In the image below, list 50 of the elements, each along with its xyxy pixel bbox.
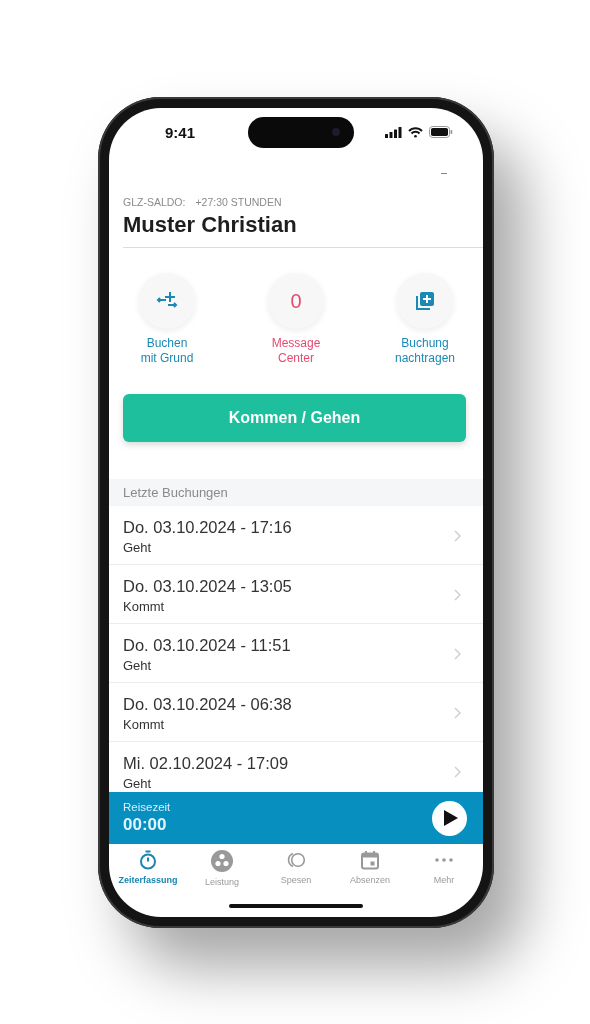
tab[interactable]: Leistung — [187, 844, 257, 895]
booking-datetime: Do. 03.10.2024 - 17:16 — [123, 518, 292, 537]
section-title: Letzte Buchungen — [123, 485, 228, 500]
wifi-icon — [408, 126, 423, 138]
balance-label: GLZ-SALDO: — [123, 196, 186, 208]
chevron-icon — [454, 648, 461, 660]
booking-type: Kommt — [123, 717, 166, 732]
tab[interactable]: Zeiterfassung — [113, 844, 183, 895]
status-time: 9:41 — [165, 123, 196, 141]
stopwatch-icon — [138, 850, 158, 870]
booking-row[interactable]: Do. 03.10.2024 - 13:05 Kommt — [109, 565, 483, 624]
booking-datetime: Mi. 02.10.2024 - 17:09 — [123, 754, 289, 773]
action-button[interactable] — [397, 273, 453, 329]
dots-circle-icon — [211, 850, 233, 872]
battery-icon — [429, 126, 453, 138]
chevron-icon — [454, 530, 461, 542]
booking-type: Geht — [123, 540, 153, 555]
booking-datetime: Do. 03.10.2024 - 13:05 — [123, 577, 292, 596]
action-button[interactable] — [139, 273, 195, 329]
message-count-button[interactable]: 0 — [268, 273, 324, 329]
clock-in-out-button[interactable]: Kommen / Gehen — [123, 394, 466, 442]
play-button[interactable] — [432, 800, 467, 836]
rings-icon — [285, 850, 307, 870]
chevron-icon — [454, 589, 461, 601]
tab[interactable]: Absenzen — [335, 844, 405, 895]
employee-name: Muster Christian — [123, 212, 483, 248]
add-copy-icon — [414, 290, 436, 312]
travel-label: Reisezeit — [123, 801, 171, 813]
play-icon — [444, 810, 458, 826]
booking-datetime: Do. 03.10.2024 - 06:38 — [123, 695, 292, 714]
action-label[interactable]: Buchen mit Grund — [140, 336, 194, 366]
balance-value: +27:30 STUNDEN — [195, 196, 282, 208]
chevron-icon — [454, 766, 461, 778]
tab[interactable]: Mehr — [409, 844, 479, 895]
signal-icon — [385, 126, 402, 138]
tab[interactable]: Spesen — [261, 844, 331, 895]
action-label[interactable]: Message Center — [271, 336, 321, 366]
booking-type: Geht — [123, 776, 153, 791]
booking-row[interactable]: Do. 03.10.2024 - 06:38 Kommt — [109, 683, 483, 742]
chevron-icon — [454, 707, 461, 719]
booking-datetime: Do. 03.10.2024 - 11:51 — [123, 636, 291, 655]
more-icon — [435, 858, 453, 862]
scroll-indicator — [441, 173, 447, 174]
booking-type: Kommt — [123, 599, 166, 614]
action-label[interactable]: Buchung nachtragen — [394, 336, 455, 366]
calendar-icon — [360, 850, 380, 870]
booking-row[interactable]: Do. 03.10.2024 - 11:51 Geht — [109, 624, 483, 683]
travel-time: 00:00 — [123, 815, 168, 835]
booking-row[interactable]: Do. 03.10.2024 - 17:16 Geht — [109, 506, 483, 565]
booking-type: Geht — [123, 658, 153, 673]
